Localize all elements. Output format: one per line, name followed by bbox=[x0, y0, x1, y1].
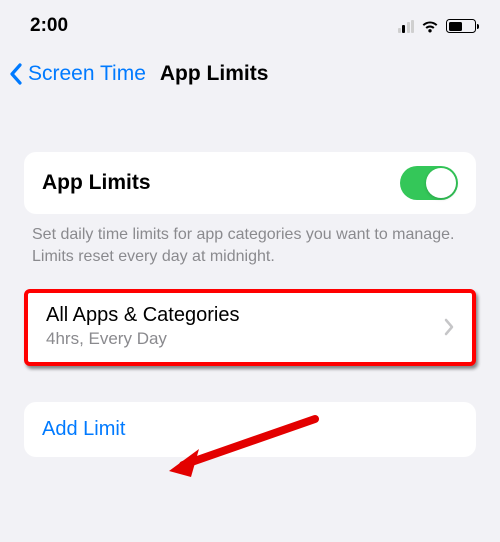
battery-icon bbox=[446, 19, 476, 33]
limit-title: All Apps & Categories bbox=[46, 304, 239, 327]
add-limit-button[interactable]: Add Limit bbox=[24, 402, 476, 457]
navigation-bar: Screen Time App Limits bbox=[0, 48, 500, 104]
wifi-icon bbox=[420, 19, 440, 34]
section-footer-text: Set daily time limits for app categories… bbox=[24, 214, 476, 267]
toggle-knob bbox=[426, 168, 456, 198]
app-limits-toggle-row: App Limits bbox=[24, 152, 476, 214]
back-button-label[interactable]: Screen Time bbox=[28, 62, 146, 86]
limit-subtitle: 4hrs, Every Day bbox=[46, 329, 239, 349]
limit-row-all-apps[interactable]: All Apps & Categories 4hrs, Every Day bbox=[24, 289, 476, 366]
status-bar: 2:00 bbox=[0, 0, 500, 48]
status-time: 2:00 bbox=[30, 15, 68, 37]
chevron-right-icon bbox=[444, 318, 454, 336]
page-title: App Limits bbox=[160, 62, 269, 86]
back-chevron-icon[interactable] bbox=[8, 62, 24, 86]
add-limit-label: Add Limit bbox=[42, 418, 125, 440]
app-limits-toggle-label: App Limits bbox=[42, 171, 151, 195]
app-limits-toggle[interactable] bbox=[400, 166, 458, 200]
toggle-section: App Limits Set daily time limits for app… bbox=[24, 152, 476, 267]
cellular-signal-icon bbox=[398, 20, 415, 33]
status-indicators bbox=[398, 19, 477, 34]
